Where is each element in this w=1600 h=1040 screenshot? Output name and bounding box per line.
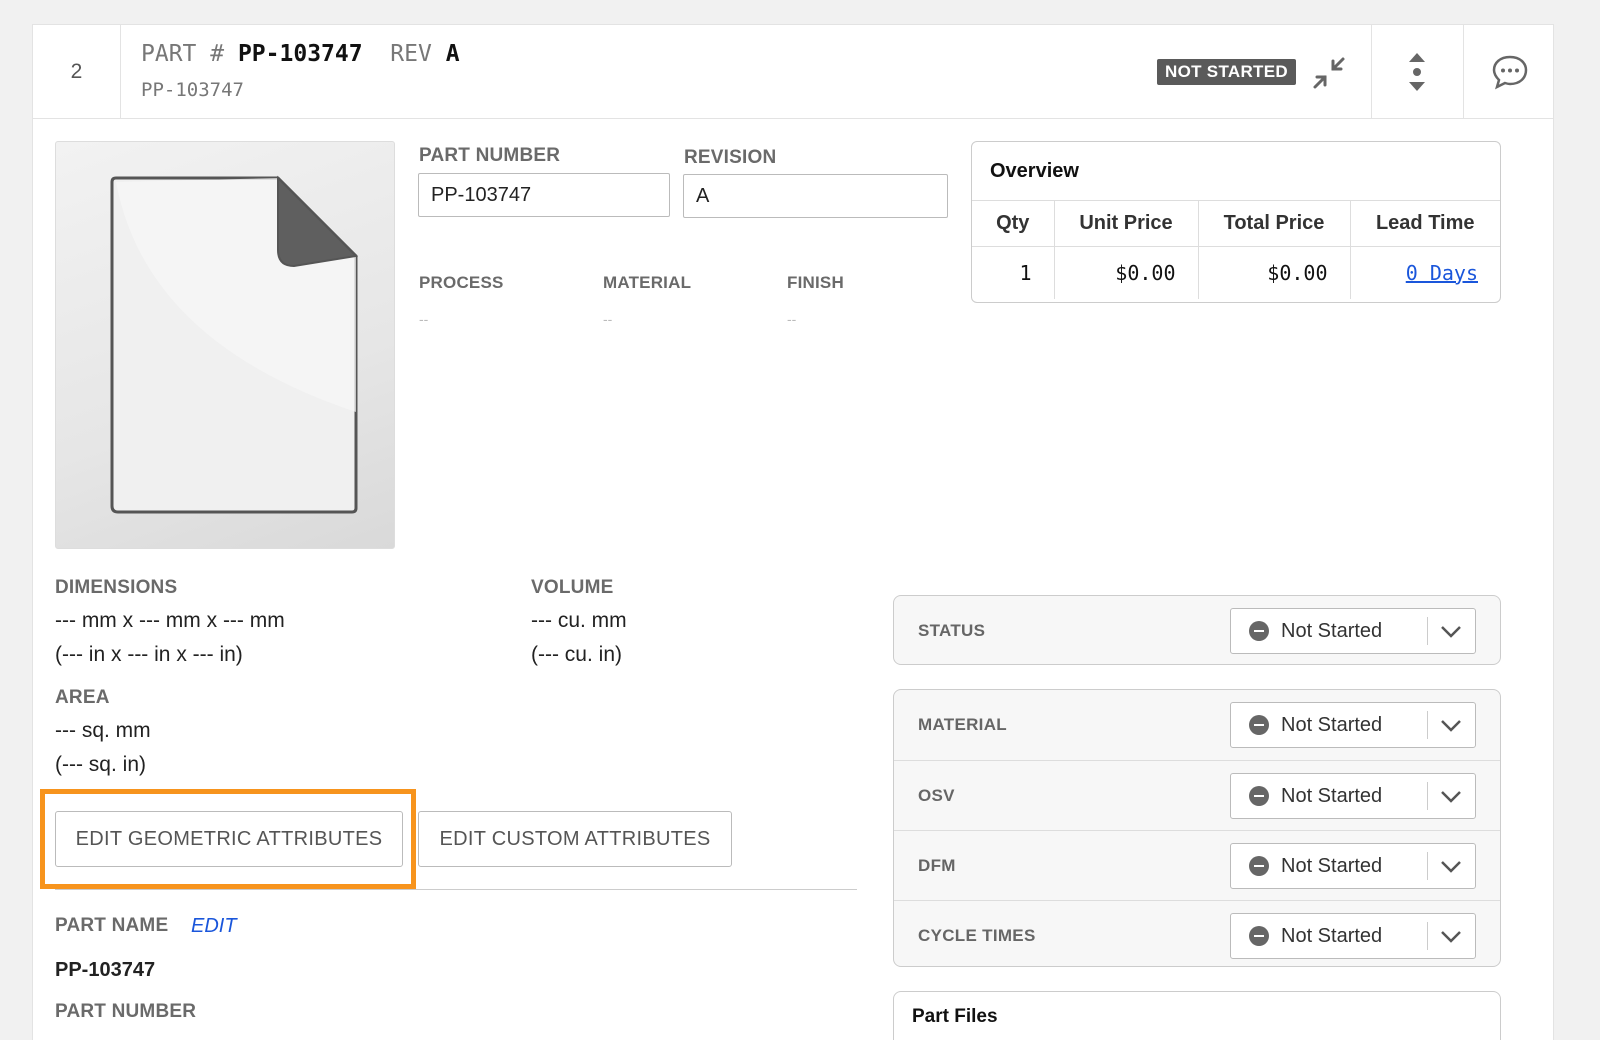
- qty-cell: 1: [972, 246, 1054, 299]
- chevron-down-icon: [1441, 861, 1461, 873]
- step-row: OSV Not Started: [894, 760, 1500, 830]
- step-label: MATERIAL: [918, 715, 1007, 734]
- line-index: 2: [33, 25, 121, 119]
- col-qty: Qty: [972, 200, 1054, 247]
- finish-value: --: [787, 311, 797, 327]
- rev-label: REV: [390, 41, 432, 67]
- osv-status-select[interactable]: Not Started: [1230, 773, 1476, 819]
- volume-in: (--- cu. in): [531, 643, 622, 666]
- edit-custom-attributes-button[interactable]: EDIT CUSTOM ATTRIBUTES: [418, 811, 732, 867]
- part-files-panel: Part Files: [893, 991, 1501, 1040]
- part-name-label: PART NAME: [55, 915, 169, 936]
- part-subtitle: PP-103747: [141, 79, 244, 101]
- step-row: DFM Not Started: [894, 830, 1500, 900]
- overview-table: Overview Qty Unit Price Total Price Lead…: [971, 141, 1501, 303]
- not-started-icon: [1249, 856, 1269, 876]
- cycle-times-status-select[interactable]: Not Started: [1230, 913, 1476, 959]
- material-status-select[interactable]: Not Started: [1230, 702, 1476, 748]
- step-label: DFM: [918, 855, 956, 875]
- part-name-edit-link[interactable]: EDIT: [191, 915, 237, 938]
- header-divider: [1463, 25, 1464, 119]
- volume-label: VOLUME: [531, 577, 614, 598]
- overview-title: Overview: [990, 160, 1079, 182]
- status-row: STATUS Not Started: [894, 596, 1500, 664]
- area-in: (--- sq. in): [55, 753, 146, 776]
- not-started-icon: [1249, 926, 1269, 946]
- chevron-down-icon: [1441, 626, 1461, 638]
- process-value: --: [419, 311, 429, 327]
- area-mm: --- sq. mm: [55, 719, 151, 742]
- status-panel: STATUS Not Started: [893, 595, 1501, 665]
- step-label: CYCLE TIMES: [918, 925, 1036, 945]
- header-divider: [1371, 25, 1372, 119]
- not-started-icon: [1249, 786, 1269, 806]
- part-label: PART #: [141, 41, 225, 67]
- part-files-title: Part Files: [912, 1006, 998, 1027]
- comment-icon[interactable]: [1491, 53, 1529, 91]
- dimensions-label: DIMENSIONS: [55, 577, 178, 598]
- lead-time-cell: 0 Days: [1349, 246, 1500, 299]
- steps-panel: MATERIAL Not Started OSV Not Started DFM…: [893, 689, 1501, 967]
- collapse-icon[interactable]: [1311, 55, 1347, 91]
- part-header: 2 PART # PP-103747 REV A PP-103747 NOT S…: [33, 25, 1553, 119]
- reorder-icon[interactable]: [1401, 51, 1433, 93]
- section-divider: [55, 889, 857, 890]
- part-number-heading: PP-103747: [237, 41, 363, 67]
- part-title: PART # PP-103747 REV A: [141, 41, 460, 67]
- dfm-status-select[interactable]: Not Started: [1230, 843, 1476, 889]
- lead-time-link[interactable]: 0 Days: [1406, 261, 1478, 285]
- status-select[interactable]: Not Started: [1230, 608, 1476, 654]
- process-label: PROCESS: [419, 273, 504, 292]
- dimensions-in: (--- in x --- in x --- in): [55, 643, 243, 666]
- part-number-info-label: PART NUMBER: [55, 1001, 197, 1022]
- col-unit-price: Unit Price: [1053, 200, 1198, 247]
- material-value: --: [603, 311, 613, 327]
- part-number-input[interactable]: PP-103747: [418, 173, 670, 217]
- total-price-cell: $0.00: [1197, 246, 1350, 299]
- step-select-value: Not Started: [1281, 785, 1383, 807]
- part-card: 2 PART # PP-103747 REV A PP-103747 NOT S…: [32, 24, 1554, 1040]
- table-row: 1 $0.00 $0.00 0 Days: [972, 246, 1500, 299]
- part-thumbnail[interactable]: [55, 141, 395, 549]
- revision-label: REVISION: [684, 147, 777, 168]
- volume-mm: --- cu. mm: [531, 609, 627, 632]
- not-started-icon: [1249, 621, 1269, 641]
- revision-input[interactable]: A: [683, 174, 948, 218]
- step-select-value: Not Started: [1281, 714, 1383, 736]
- not-started-icon: [1249, 715, 1269, 735]
- rev-heading: A: [445, 41, 460, 67]
- step-select-value: Not Started: [1281, 925, 1383, 947]
- status-select-value: Not Started: [1281, 620, 1383, 642]
- status-badge: NOT STARTED: [1157, 59, 1296, 85]
- dimensions-mm: --- mm x --- mm x --- mm: [55, 609, 285, 632]
- col-lead-time: Lead Time: [1349, 200, 1500, 247]
- part-number-label: PART NUMBER: [419, 145, 561, 166]
- step-label: OSV: [918, 785, 955, 805]
- step-select-value: Not Started: [1281, 855, 1383, 877]
- chevron-down-icon: [1441, 791, 1461, 803]
- edit-geometric-attributes-button[interactable]: EDIT GEOMETRIC ATTRIBUTES: [55, 811, 403, 867]
- chevron-down-icon: [1441, 720, 1461, 732]
- part-name-value: PP-103747: [55, 959, 156, 981]
- unit-price-cell: $0.00: [1053, 246, 1198, 299]
- col-total-price: Total Price: [1197, 200, 1350, 247]
- status-label: STATUS: [918, 621, 986, 640]
- chevron-down-icon: [1441, 931, 1461, 943]
- finish-label: FINISH: [787, 273, 844, 292]
- area-label: AREA: [55, 687, 110, 708]
- file-placeholder-icon: [110, 175, 359, 514]
- step-row: MATERIAL Not Started: [894, 690, 1500, 760]
- material-label: MATERIAL: [603, 273, 692, 292]
- step-row: CYCLE TIMES Not Started: [894, 900, 1500, 966]
